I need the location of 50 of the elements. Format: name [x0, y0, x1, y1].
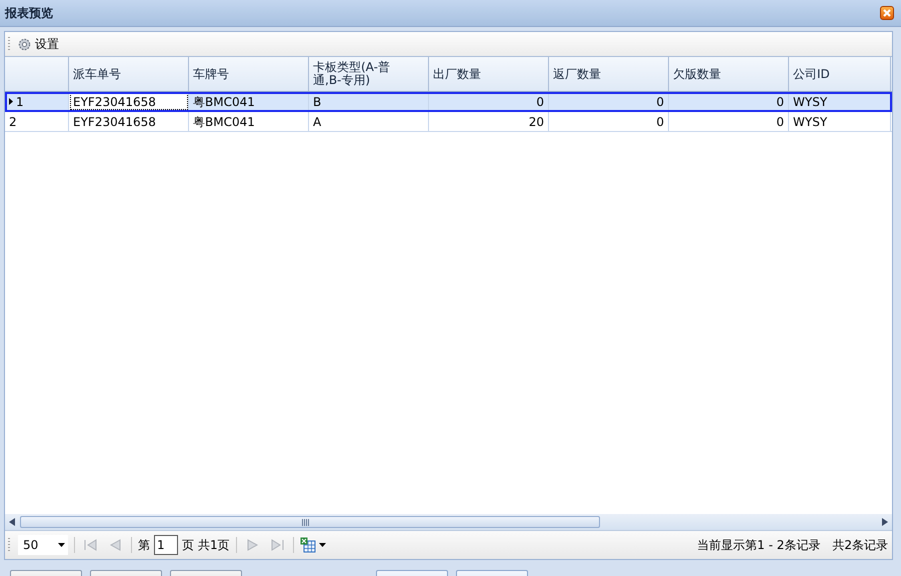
column-header[interactable]: 返厂数量	[549, 57, 669, 91]
previous-page-icon[interactable]	[108, 538, 122, 552]
row-number: 1	[16, 94, 24, 110]
close-button[interactable]	[880, 6, 894, 20]
scrollbar-thumb[interactable]	[20, 516, 600, 528]
caret-icon	[318, 543, 326, 547]
table-row[interactable]: 1 EYF23041658 粤BMC041 B 0 0 0 WYSY	[5, 92, 892, 112]
records-total: 共2条记录	[832, 536, 888, 554]
table-cell: 0	[429, 92, 549, 111]
horizontal-scrollbar[interactable]	[5, 514, 892, 530]
window-title: 报表预览	[5, 4, 54, 22]
spreadsheet-icon	[300, 537, 316, 553]
column-header[interactable]: 公司ID	[789, 57, 891, 91]
column-header[interactable]: 出厂数量	[429, 57, 549, 91]
table-cell: WYSY	[789, 112, 891, 131]
table-cell: 0	[669, 92, 789, 111]
export-excel-button[interactable]	[300, 537, 326, 553]
first-page-icon[interactable]	[84, 538, 98, 552]
column-header[interactable]: 欠版数量	[669, 57, 789, 91]
page-size-dropdown[interactable]: 50	[18, 535, 68, 555]
table-cell: B	[309, 92, 429, 111]
records-shown: 当前显示第1 - 2条记录	[697, 536, 820, 554]
column-header[interactable]: 车牌号	[189, 57, 309, 91]
caret-icon	[58, 543, 65, 547]
last-page-icon[interactable]	[270, 538, 284, 552]
page-label: 页	[182, 536, 194, 554]
table-cell: EYF23041658	[69, 92, 189, 111]
settings-button[interactable]: 设置	[14, 36, 62, 52]
page-input[interactable]: 1	[154, 535, 178, 555]
right-arrow-icon	[882, 518, 888, 526]
page-label: 第	[138, 536, 150, 554]
close-icon	[882, 8, 892, 18]
column-header[interactable]: 派车单号	[69, 57, 189, 91]
column-header[interactable]: 卡板类型(A-普通,B-专用)	[309, 57, 429, 91]
table-cell: 0	[669, 112, 789, 131]
table-cell: 粤BMC041	[189, 112, 309, 131]
table-cell: WYSY	[789, 92, 891, 111]
total-pages: 共1页	[198, 536, 230, 554]
next-page-icon[interactable]	[246, 538, 260, 552]
gear-icon	[17, 36, 32, 52]
table-row[interactable]: 2 EYF23041658 粤BMC041 A 20 0 0 WYSY	[5, 112, 892, 132]
table-cell: 20	[429, 112, 549, 131]
table-cell: A	[309, 112, 429, 131]
table-cell: 0	[549, 92, 669, 111]
row-number: 2	[9, 114, 17, 130]
left-arrow-icon	[9, 518, 15, 526]
table-cell: 0	[549, 112, 669, 131]
table-cell: EYF23041658	[69, 112, 189, 131]
row-pointer-icon	[9, 98, 13, 105]
table-cell: 粤BMC041	[189, 92, 309, 111]
